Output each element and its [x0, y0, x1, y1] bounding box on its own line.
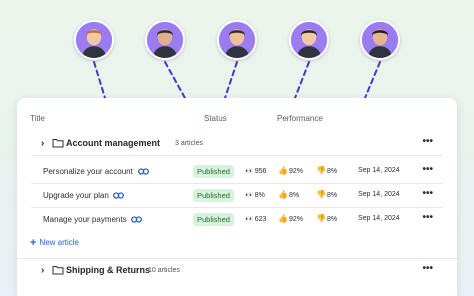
folder-icon [52, 266, 64, 275]
person-icon [147, 22, 183, 58]
group-row-account-management[interactable]: › Account management 3 articles ••• [17, 132, 457, 156]
avatar-row [0, 0, 474, 110]
group-article-count: 10 articles [148, 267, 180, 274]
article-date: Sep 14, 2024 [358, 191, 400, 198]
negative-feedback: 👎8% [316, 166, 338, 175]
thumbs-up-icon: 👍 [278, 190, 288, 199]
folder-icon [52, 139, 64, 148]
eyes-icon: 👀 [245, 192, 254, 199]
status-badge: Published [193, 165, 234, 178]
positive-feedback: 👍8% [278, 190, 300, 199]
status-badge: Published [193, 189, 234, 202]
column-header-performance: Performance [277, 114, 323, 123]
link-icon[interactable] [131, 215, 142, 224]
row-divider [31, 155, 443, 156]
more-options-icon[interactable]: ••• [422, 136, 433, 147]
status-badge: Published [193, 213, 234, 226]
avatar-5 [360, 20, 400, 60]
views-count: 👀 623 [245, 216, 267, 223]
group-title: Account management [66, 138, 161, 148]
more-options-icon[interactable]: ••• [422, 188, 433, 199]
thumbs-down-icon: 👎 [316, 190, 326, 199]
group-title: Shipping & Returns [66, 265, 150, 275]
views-count: 👀 8% [245, 192, 265, 199]
person-icon [291, 22, 327, 58]
article-date: Sep 14, 2024 [358, 215, 400, 222]
article-row[interactable]: Manage your payments Published 👀 623 👍92%… [17, 208, 457, 232]
article-title[interactable]: Upgrade your plan [43, 191, 109, 200]
column-header-status: Status [204, 114, 227, 123]
article-title[interactable]: Personalize your account [43, 167, 133, 176]
thumbs-down-icon: 👎 [316, 214, 326, 223]
more-options-icon[interactable]: ••• [422, 164, 433, 175]
column-header-title: Title [30, 114, 45, 123]
article-title[interactable]: Manage your payments [43, 215, 127, 224]
plus-icon: + [30, 237, 37, 249]
avatar-3 [217, 20, 257, 60]
negative-feedback: 👎8% [316, 214, 338, 223]
views-count: 👀 956 [245, 168, 267, 175]
group-row-shipping-returns[interactable]: › Shipping & Returns 10 articles ••• [17, 258, 457, 282]
chevron-right-icon[interactable]: › [41, 265, 51, 277]
link-icon[interactable] [138, 167, 149, 176]
positive-feedback: 👍92% [278, 214, 303, 223]
chevron-right-icon[interactable]: › [41, 138, 51, 150]
eyes-icon: 👀 [245, 216, 254, 223]
thumbs-down-icon: 👎 [316, 166, 326, 175]
avatar-1 [74, 20, 114, 60]
article-date: Sep 14, 2024 [358, 167, 400, 174]
avatar-4 [289, 20, 329, 60]
article-row[interactable]: Upgrade your plan Published 👀 8% 👍8% 👎8% … [17, 184, 457, 208]
person-icon [219, 22, 255, 58]
more-options-icon[interactable]: ••• [422, 263, 433, 274]
avatar-2 [145, 20, 185, 60]
positive-feedback: 👍92% [278, 166, 303, 175]
negative-feedback: 👎8% [316, 190, 338, 199]
person-icon [362, 22, 398, 58]
thumbs-up-icon: 👍 [278, 166, 288, 175]
link-icon[interactable] [113, 191, 124, 200]
thumbs-up-icon: 👍 [278, 214, 288, 223]
more-options-icon[interactable]: ••• [422, 212, 433, 223]
eyes-icon: 👀 [245, 168, 254, 175]
new-article-button[interactable]: + New article [30, 237, 79, 249]
group-article-count: 3 articles [175, 140, 204, 147]
person-icon [76, 22, 112, 58]
article-row[interactable]: Personalize your account Published 👀 956 … [17, 160, 457, 184]
